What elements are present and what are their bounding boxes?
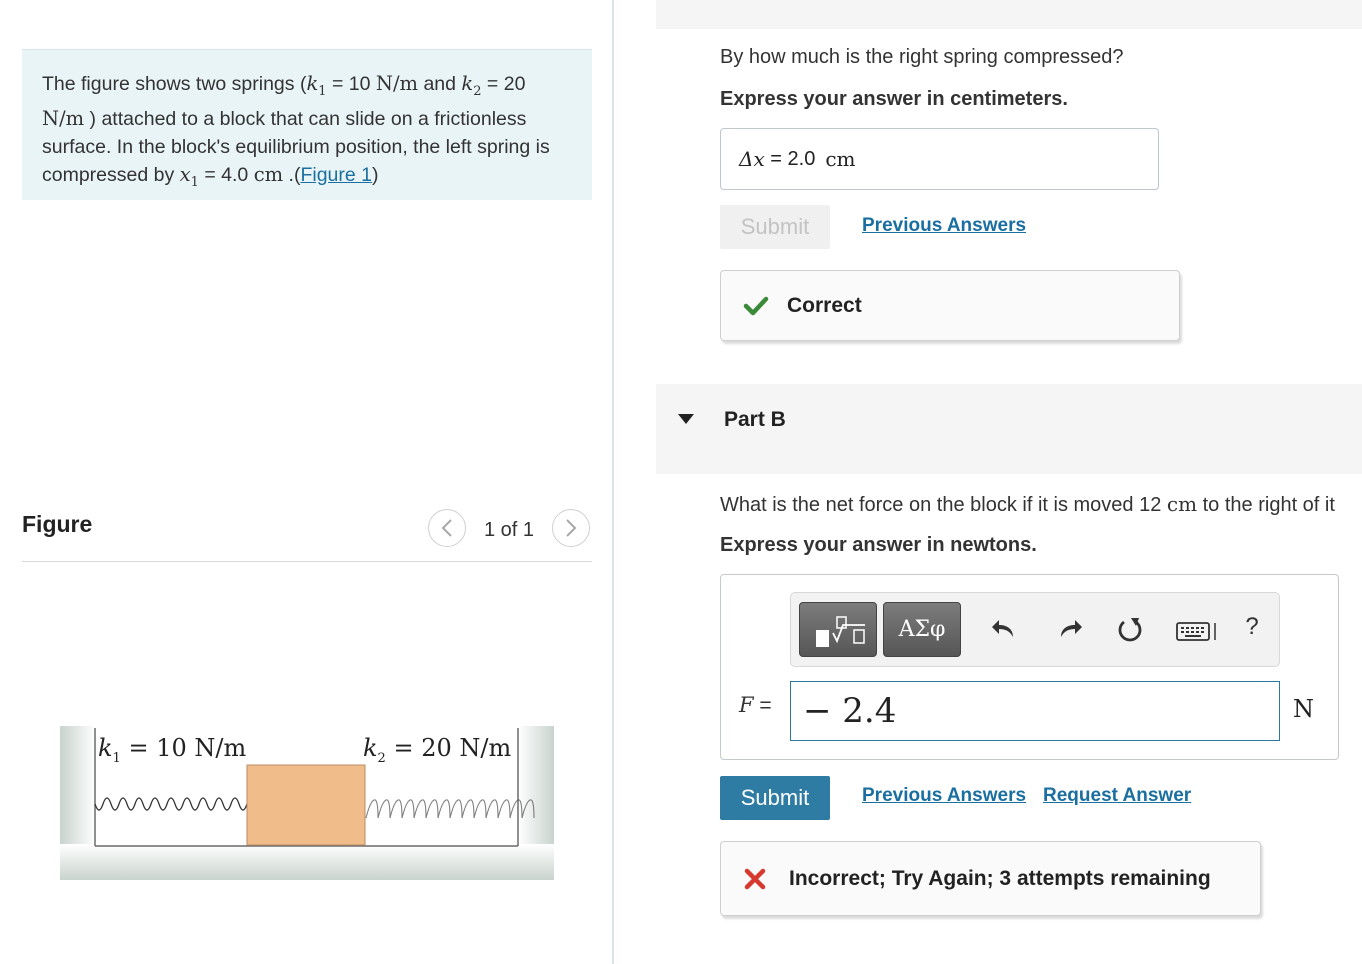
reset-icon[interactable] [1115,615,1145,645]
k2-subscript: 2 [473,83,482,99]
x1-equals: = 4.0 [198,164,254,187]
x-mark-icon [744,868,766,889]
figure-image: k1 = 10 N/m k2 = 20 N/m [60,726,554,882]
svg-text:k2 = 20 N/m: k2 = 20 N/m [363,734,511,766]
x1-unit: cm [253,163,284,187]
fig-k1-symbol: k [98,734,113,762]
part-a-submit-button[interactable]: Submit [720,205,830,249]
problem-text-intro: The figure shows two springs ( [42,73,307,95]
fig-k1-subscript: 1 [113,751,121,766]
part-a-question: By how much is the right spring compress… [720,46,1124,68]
part-b-submit-button[interactable]: Submit [720,776,830,820]
part-b-feedback-text: Incorrect; Try Again; 3 attempts remaini… [789,866,1211,890]
part-b-question-unit: cm [1166,492,1198,516]
part-b-variable: F [739,693,754,717]
fig-k2-subscript: 2 [378,751,386,766]
fig-k2-symbol: k [363,734,378,762]
part-b-instruction: Express your answer in newtons. [720,534,1037,556]
chevron-left-icon [441,519,452,537]
keyboard-icon[interactable] [1175,615,1221,645]
x1-symbol: x [179,163,191,187]
spring-block-diagram: k1 = 10 N/m k2 = 20 N/m [60,726,554,880]
part-a-feedback-text: Correct [787,293,862,317]
k2-value: 20 [503,73,526,95]
part-a-feedback: Correct [720,270,1180,341]
figure-counter: 1 of 1 [484,519,535,541]
panel-divider[interactable] [612,0,614,964]
k2-unit: N/m [42,107,85,131]
part-a-answer-symbol: Δx [739,147,765,171]
help-button[interactable]: ? [1237,613,1267,643]
k1-equals: = 10 [326,73,376,95]
figure-next-button[interactable] [552,509,590,547]
figure-header: Figure 1 of 1 [22,505,592,562]
math-toolbar: ΑΣφ ? [790,592,1280,667]
check-icon [743,296,769,315]
figure-prev-button[interactable] [428,509,466,547]
part-a-answer-eq: = [764,147,788,170]
problem-text-3: .( [283,164,301,187]
part-b-feedback: Incorrect; Try Again; 3 attempts remaini… [720,841,1261,916]
svg-text:k1 = 10 N/m: k1 = 10 N/m [98,734,246,766]
k2-symbol: k [461,72,474,95]
greek-symbols-button[interactable]: ΑΣφ [883,602,961,657]
part-b-unit-label: N [1293,695,1314,723]
templates-button[interactable] [799,602,877,657]
problem-close-paren: ) [372,164,379,187]
fig-k1-value: = 10 N/m [121,734,247,762]
part-b-answer-input[interactable]: − 2.4 [790,681,1280,741]
part-b-answer-area: ΑΣφ ? F = − 2.4 N [720,574,1339,760]
k1-subscript: 1 [318,83,327,99]
part-b-variable-label: F = [739,693,778,718]
part-a-header-band [656,0,1362,29]
block [246,764,366,846]
part-a-answer-display: Δx = 2.0 cm [720,128,1159,190]
part-b-eq: = [753,694,778,717]
part-b-previous-answers-link[interactable]: Previous Answers [862,785,1026,807]
part-a-answer-value: 2.0 [787,147,816,170]
part-b-header[interactable]: Part B [656,384,1362,474]
part-a-previous-answers-link[interactable]: Previous Answers [862,215,1026,237]
x1-subscript: 1 [190,175,199,191]
collapse-caret-icon[interactable] [678,414,694,424]
figure-title: Figure [22,511,93,537]
k1-unit: N/m [375,72,419,95]
part-b-question-suffix: to the right of it [1197,494,1335,516]
template-sqrt-icon [816,616,865,647]
figure-link[interactable]: Figure 1 [300,164,372,186]
part-a-instruction: Express your answer in centimeters. [720,88,1068,110]
floor [60,844,554,880]
redo-icon[interactable] [1055,615,1085,645]
part-b-title: Part B [724,408,786,431]
part-b-request-answer-link[interactable]: Request Answer [1043,785,1191,807]
part-b-question-prefix: What is the net force on the block if it… [720,494,1167,516]
fig-k2-value: = 20 N/m [386,734,512,762]
problem-and: and [418,73,462,95]
chevron-right-icon [566,519,577,537]
k2-equals: = [481,73,504,95]
part-a-answer-unit: cm [825,147,856,171]
k1-symbol: k [306,72,319,95]
part-b-question: What is the net force on the block if it… [720,492,1362,517]
problem-statement: The figure shows two springs (k1 = 10 N/… [22,49,592,200]
undo-icon[interactable] [989,615,1019,645]
